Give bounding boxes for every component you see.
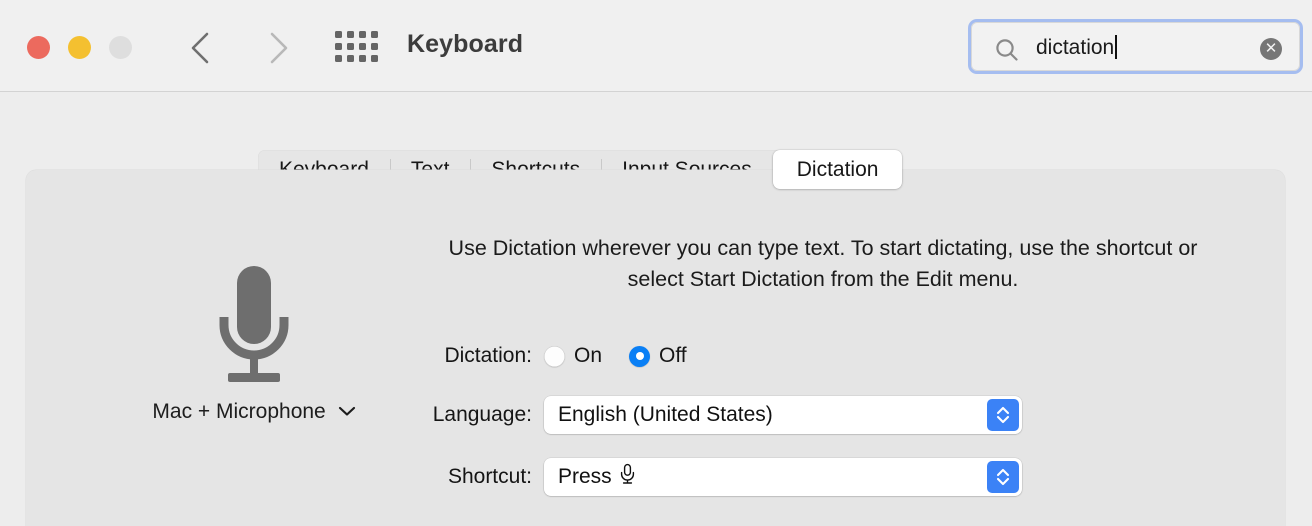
radio-off[interactable] [629,346,650,367]
grid-cell [359,55,366,62]
radio-on-label[interactable]: On [574,344,602,368]
grid-cell [335,31,342,38]
zoom-button[interactable] [109,36,132,59]
radio-on[interactable] [544,346,565,367]
search-icon [994,37,1020,68]
window-toolbar: Keyboard dictation ✕ [0,0,1312,92]
grid-cell [371,43,378,50]
dictation-pane: Mac + Microphone Use Dictation wherever … [26,170,1285,526]
page-title: Keyboard [407,30,523,59]
tab-dictation[interactable]: Dictation [773,150,903,189]
up-down-chevron-icon [993,466,1013,488]
search-text: dictation [1036,36,1114,59]
grid-cell [359,31,366,38]
minimize-button[interactable] [68,36,91,59]
microphone-source-block: Mac + Microphone [124,262,384,424]
text-caret [1115,35,1117,59]
shortcut-stepper[interactable] [987,461,1019,493]
chevron-left-icon [182,26,222,70]
language-popup-button[interactable]: English (United States) [544,396,1022,434]
shortcut-row-label: Shortcut: [411,465,544,489]
microphone-glyph-icon [619,463,636,491]
traffic-lights [27,36,132,59]
search-field[interactable]: dictation ✕ [968,19,1303,74]
grid-cell [371,31,378,38]
microphone-source-button[interactable]: Mac + Microphone [124,399,384,424]
shortcut-popup-button[interactable]: Press [544,458,1022,496]
grid-cell [371,55,378,62]
search-input-value[interactable]: dictation [1036,35,1117,60]
grid-cell [347,55,354,62]
forward-button[interactable] [258,26,298,70]
up-down-chevron-icon [993,404,1013,426]
close-button[interactable] [27,36,50,59]
language-stepper[interactable] [987,399,1019,431]
grid-cell [335,55,342,62]
chevron-right-icon [258,26,298,70]
dictation-radio-group: On Off [544,344,687,368]
microphone-source-label: Mac + Microphone [152,400,325,423]
shortcut-row: Shortcut: Press [411,458,1022,496]
grid-cell [347,43,354,50]
dictation-toggle-row: Dictation: On Off [411,344,687,368]
dictation-description: Use Dictation wherever you can type text… [428,233,1218,295]
chevron-down-icon [338,399,356,423]
shortcut-value-wrap: Press [544,463,636,491]
language-value: English (United States) [544,403,773,427]
clear-search-button[interactable]: ✕ [1260,38,1282,60]
radio-off-label[interactable]: Off [659,344,687,368]
microphone-icon [198,262,310,388]
dictation-row-label: Dictation: [411,344,544,368]
show-all-button[interactable] [335,31,381,62]
grid-cell [335,43,342,50]
grid-cell [347,31,354,38]
tab-label: Dictation [797,158,879,182]
language-row-label: Language: [411,403,544,427]
shortcut-value: Press [558,465,612,489]
language-row: Language: English (United States) [411,396,1022,434]
back-button[interactable] [182,26,222,70]
grid-cell [359,43,366,50]
